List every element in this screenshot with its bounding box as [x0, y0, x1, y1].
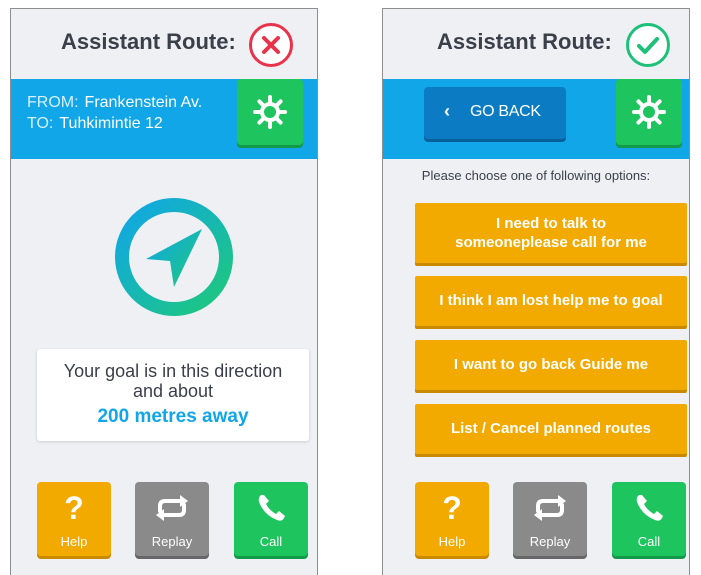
settings-button[interactable]	[616, 79, 682, 145]
route-to: TO: Tuhkimintie 12	[27, 115, 163, 133]
option-lost-button[interactable]: I think I am lost help me to goal	[415, 276, 687, 326]
replay-button[interactable]: Replay	[135, 482, 209, 556]
route-screen-navigation: Assistant Route: FROM: Frankenstein Av. T…	[10, 8, 318, 575]
option-label: I need to talk to	[495, 215, 606, 232]
to-label: TO:	[27, 115, 54, 132]
page-title: Assistant Route:	[61, 29, 236, 54]
help-label: Help	[438, 534, 466, 549]
option-label: I want to go back Guide me	[453, 356, 649, 373]
replay-button[interactable]: Replay	[513, 482, 587, 556]
replay-label: Replay	[529, 534, 571, 549]
check-icon[interactable]	[626, 23, 670, 67]
chevron-left-icon: ‹	[444, 101, 450, 121]
question-icon: ?	[442, 490, 462, 526]
goal-about-text: and about	[132, 381, 214, 401]
repeat-icon	[534, 495, 566, 521]
option-label: someoneplease call for me	[455, 234, 647, 251]
route-screen-options: Assistant Route: ‹ GO BACK Please choose…	[382, 8, 690, 575]
header: Assistant Route:	[383, 9, 689, 79]
from-label: FROM:	[27, 94, 79, 111]
settings-button[interactable]	[237, 79, 303, 145]
repeat-icon	[156, 495, 188, 521]
page-title: Assistant Route:	[437, 29, 612, 54]
goal-direction-text: Your goal is in this direction	[63, 361, 283, 381]
goal-distance: 200 metres away	[97, 406, 249, 427]
close-icon[interactable]	[249, 23, 293, 67]
call-label: Call	[259, 534, 283, 549]
header: Assistant Route:	[11, 9, 317, 79]
option-label: List / Cancel planned routes	[450, 420, 652, 437]
replay-label: Replay	[151, 534, 193, 549]
call-button[interactable]: Call	[612, 482, 686, 556]
question-icon: ?	[64, 490, 84, 526]
call-label: Call	[637, 534, 661, 549]
route-from: FROM: Frankenstein Av.	[27, 94, 202, 112]
option-list-routes-button[interactable]: List / Cancel planned routes	[415, 404, 687, 454]
call-button[interactable]: Call	[234, 482, 308, 556]
gear-icon	[253, 95, 287, 129]
help-label: Help	[60, 534, 88, 549]
go-back-label: GO BACK	[470, 103, 541, 120]
option-go-back-button[interactable]: I want to go back Guide me	[415, 340, 687, 390]
go-back-button[interactable]: ‹ GO BACK	[424, 87, 566, 139]
navigation-arrow-icon	[115, 198, 233, 316]
help-button[interactable]: ? Help	[415, 482, 489, 556]
goal-card: Your goal is in this direction and about…	[37, 349, 309, 441]
gear-icon	[632, 95, 666, 129]
phone-icon	[258, 495, 285, 521]
option-call-someone-button[interactable]: I need to talk to someoneplease call for…	[415, 203, 687, 263]
phone-icon	[636, 495, 663, 521]
option-label: I think I am lost help me to goal	[439, 292, 663, 309]
from-value: Frankenstein Av.	[84, 94, 203, 111]
to-value: Tuhkimintie 12	[59, 115, 163, 132]
help-button[interactable]: ? Help	[37, 482, 111, 556]
options-prompt: Please choose one of following options:	[421, 168, 651, 183]
